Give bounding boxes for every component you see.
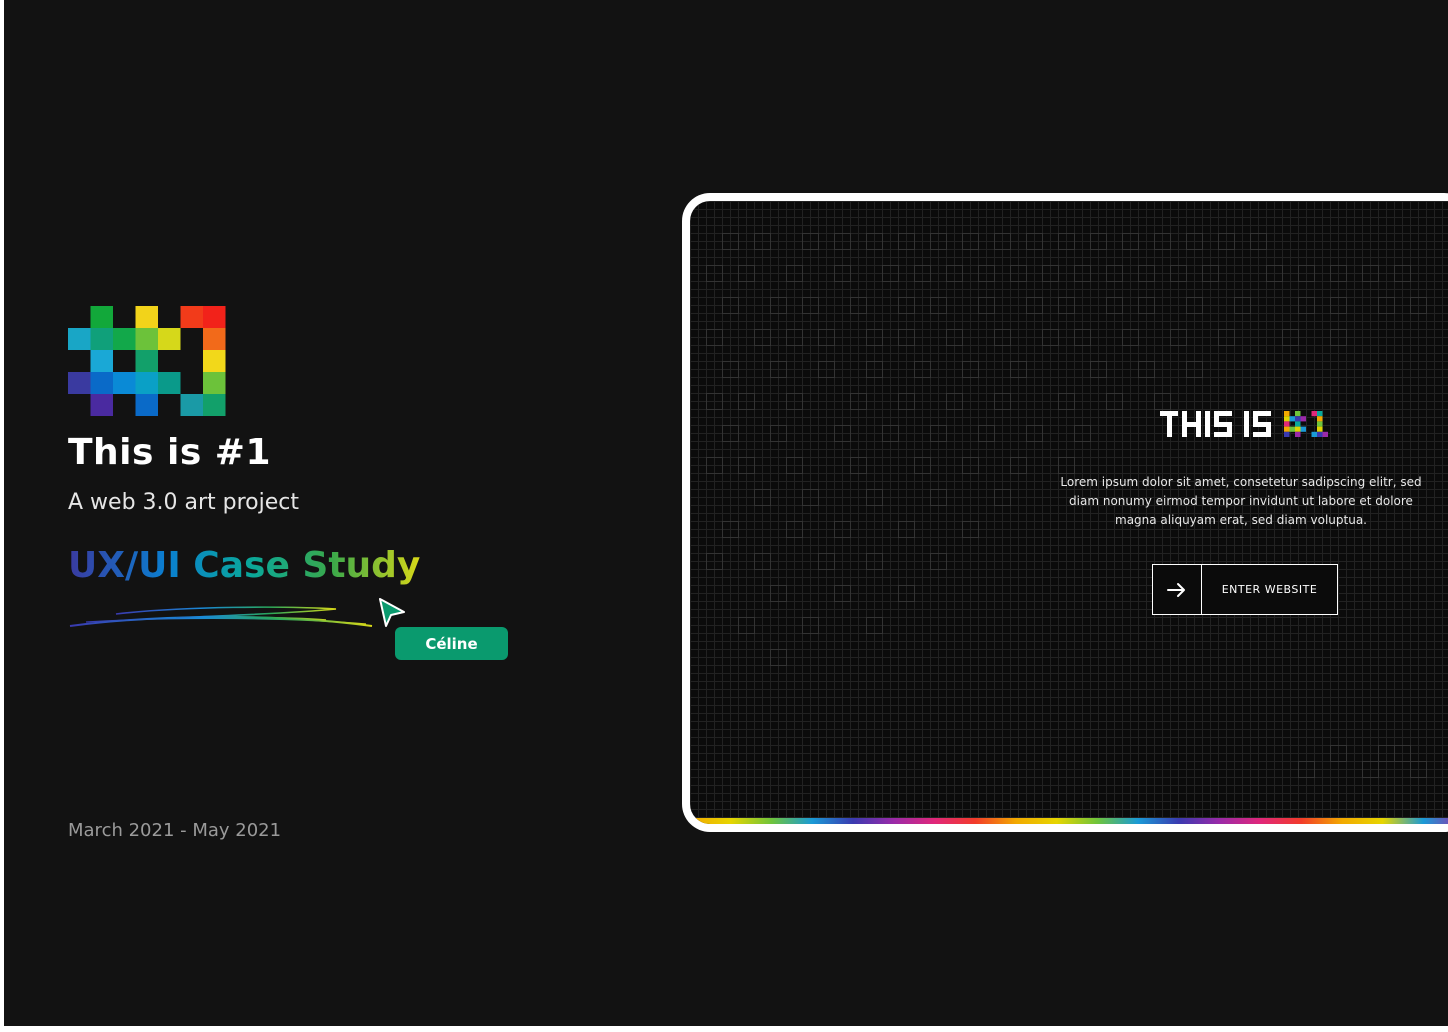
project-title: This is #1: [68, 432, 271, 473]
scribble-underline: [69, 606, 373, 627]
collaborator-name-tag: Céline: [395, 627, 508, 660]
rainbow-bar: [690, 818, 1448, 824]
enter-website-label: ENTER WEBSITE: [1221, 583, 1318, 596]
enter-website-button[interactable]: ENTER WEBSITE: [1152, 564, 1338, 615]
project-subtitle: A web 3.0 art project: [68, 490, 300, 515]
website-preview-screen: Lorem ipsum dolor sit amet, consetetur s…: [690, 201, 1448, 824]
pixel-hash-one-logo: [68, 306, 226, 416]
arrow-right-icon: [1153, 565, 1202, 614]
collaborator-cursor-icon: [379, 598, 405, 627]
site-logo: [1160, 411, 1328, 437]
site-description: Lorem ipsum dolor sit amet, consetetur s…: [1060, 475, 1422, 527]
case-study-cover: This is #1 A web 3.0 art project UX/UI C…: [4, 0, 1448, 1026]
project-date-range: March 2021 - May 2021: [68, 820, 282, 841]
website-mockup-frame: Lorem ipsum dolor sit amet, consetetur s…: [682, 193, 1448, 832]
case-study-heading: UX/UI Case Study: [68, 545, 421, 586]
